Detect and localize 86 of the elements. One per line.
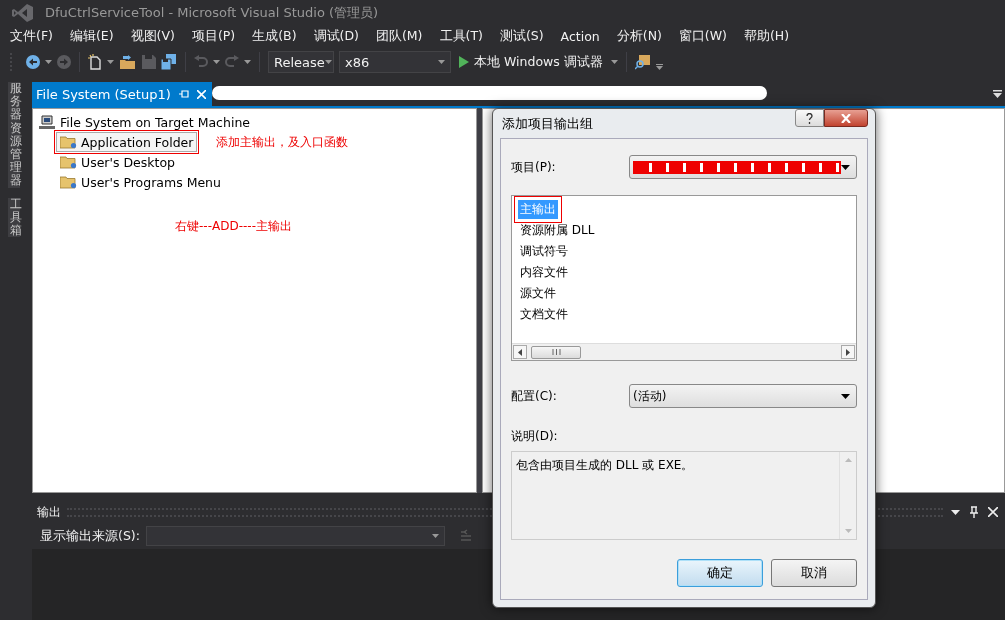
close-icon (841, 113, 851, 123)
open-folder-icon[interactable] (119, 54, 137, 70)
menu-item[interactable]: 团队(M) (368, 26, 430, 47)
menu-item[interactable]: 帮助(H) (737, 26, 797, 47)
caret-icon (951, 509, 960, 515)
tree-item[interactable]: User's Programs Menu (56, 172, 225, 192)
menu-item[interactable]: 编辑(E) (62, 26, 121, 47)
menu-item[interactable]: Action (553, 27, 607, 46)
menu-item[interactable]: 文件(F) (3, 26, 60, 47)
computer-icon (39, 114, 55, 130)
tree-item[interactable]: Application Folder (56, 132, 198, 152)
caret-icon (324, 60, 332, 64)
question-mark-icon (806, 112, 813, 124)
back-icon[interactable] (26, 55, 40, 69)
pin-icon (970, 506, 978, 518)
list-item[interactable]: 源文件 (518, 284, 558, 303)
down-arrow-icon (844, 529, 852, 533)
menu-item[interactable]: 分析(N) (609, 26, 669, 47)
folder-icon (60, 175, 77, 189)
up-arrow-icon (844, 458, 852, 462)
dialog-button[interactable]: 确定 (677, 559, 763, 587)
list-item[interactable]: 文档文件 (518, 305, 570, 324)
side-tab[interactable]: 服务器资源管理器 (8, 82, 20, 188)
list-item[interactable]: 调试符号 (518, 242, 570, 261)
caret-icon (45, 60, 52, 64)
logo-icon (12, 2, 34, 23)
caret-icon (841, 393, 850, 399)
list-item[interactable]: 内容文件 (518, 263, 570, 282)
configuration-dropdown[interactable]: (活动) (629, 384, 857, 408)
pane-title: 输出 (37, 503, 61, 521)
caret-icon (107, 60, 114, 64)
caret-icon (841, 164, 850, 170)
left-arrow-icon (518, 348, 522, 356)
tree-root[interactable]: File System on Target Machine (60, 114, 250, 130)
close-icon[interactable] (196, 89, 206, 99)
menu-item[interactable]: 视图(V) (123, 26, 182, 47)
grip-icon (551, 349, 561, 355)
output-group-list[interactable]: 主输出 资源附属 DLL 调试符号 内容文件 源文件 文档文件 (511, 195, 857, 361)
close-button[interactable] (824, 109, 868, 127)
menu-item[interactable]: 窗口(W) (671, 26, 734, 47)
configuration-dropdown[interactable]: Release (268, 51, 334, 73)
folder-icon (60, 155, 77, 169)
scrollbar-thumb[interactable] (531, 345, 581, 359)
save-all-icon[interactable] (161, 54, 177, 70)
tab-list-icon[interactable] (993, 90, 1002, 98)
folder-icon (60, 135, 77, 149)
project-dropdown[interactable] (629, 155, 857, 179)
scroll-left-button[interactable] (513, 345, 527, 359)
caret-icon (244, 60, 251, 64)
field-label: 显示输出来源(S): (40, 527, 140, 545)
menu-item[interactable]: 生成(B) (245, 26, 304, 47)
pin-button[interactable] (968, 506, 980, 518)
list-item[interactable]: 资源附属 DLL (518, 221, 597, 240)
menu-item[interactable]: 测试(S) (492, 26, 551, 47)
dialog-title: 添加项目输出组 (501, 114, 594, 133)
platform-dropdown[interactable]: x86 (339, 51, 451, 73)
document-tab[interactable]: File System (Setup1) (32, 82, 212, 106)
scroll-right-button[interactable] (841, 345, 855, 359)
close-icon (988, 507, 998, 517)
field-label: 说明(D): (511, 428, 559, 445)
description-text: 包含由项目生成的 DLL 或 EXE。 (515, 457, 695, 474)
caret-icon (438, 60, 445, 64)
side-tab[interactable]: 工具箱 (8, 197, 20, 238)
start-debugger-button[interactable]: 本地 Windows 调试器 (456, 53, 606, 71)
window-title: DfuCtrlServiceTool - Microsoft Visual Studio (管理员) (45, 3, 379, 22)
annotation-text: 右键---ADD----主输出 (175, 218, 292, 235)
menu-item[interactable]: 调试(D) (306, 26, 366, 47)
dialog-button[interactable]: 取消 (771, 559, 857, 587)
close-button[interactable] (986, 507, 1000, 517)
menu-item[interactable]: 工具(T) (432, 26, 490, 47)
find-folder-icon[interactable] (634, 54, 651, 70)
field-label: 项目(P): (511, 158, 556, 176)
menu-item[interactable]: 项目(P) (184, 26, 243, 47)
pin-icon[interactable] (178, 90, 189, 98)
right-arrow-icon (846, 348, 850, 356)
help-button[interactable] (795, 109, 824, 127)
overflow-icon[interactable] (655, 64, 663, 70)
annotation-text: 添加主输出，及入口函数 (216, 133, 349, 151)
field-label: 配置(C): (511, 387, 557, 405)
caret-icon (610, 60, 618, 64)
play-icon (459, 56, 469, 68)
caret-icon (213, 60, 220, 64)
new-project-icon[interactable] (88, 54, 102, 70)
caret-icon (431, 534, 439, 538)
dropdown-button[interactable] (949, 509, 962, 515)
tree-item[interactable]: User's Desktop (56, 152, 179, 172)
